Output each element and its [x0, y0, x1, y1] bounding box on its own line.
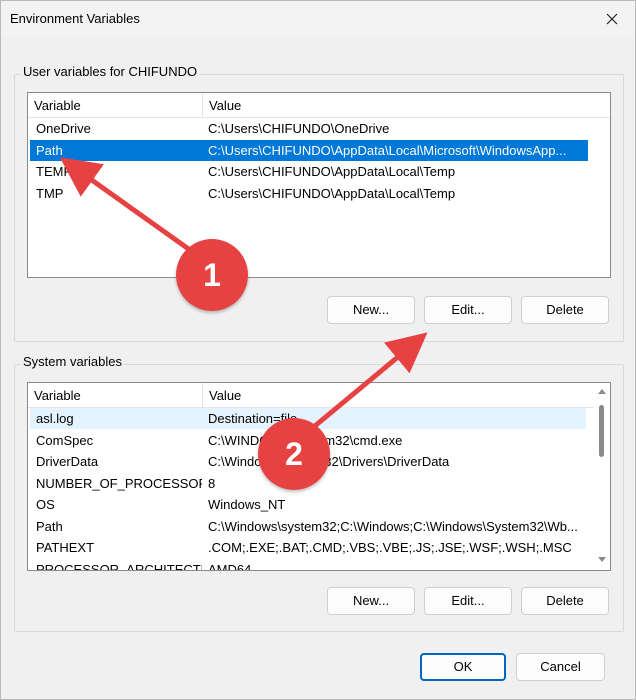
variable-value-cell: .COM;.EXE;.BAT;.CMD;.VBS;.VBE;.JS;.JSE;.…	[208, 540, 572, 555]
window-title: Environment Variables	[10, 11, 140, 26]
variable-name-cell: NUMBER_OF_PROCESSORS	[36, 475, 202, 491]
variable-name-cell: ComSpec	[36, 432, 94, 448]
system-variables-legend: System variables	[21, 354, 124, 369]
column-header-value[interactable]: Value	[202, 383, 594, 407]
table-row[interactable]: Path C:\Users\CHIFUNDO\AppData\Local\Micr…	[30, 139, 588, 161]
variable-name-cell: PROCESSOR_ARCHITECTU...	[36, 561, 202, 571]
user-new-button[interactable]: New...	[327, 296, 415, 324]
annotation-badge-2: 2	[258, 418, 330, 490]
variable-name-cell: OS	[36, 497, 55, 512]
variable-value-cell: C:\Windows\system32;C:\Windows;C:\Window…	[208, 518, 578, 534]
user-variables-list[interactable]: Variable Value OneDrive C:\Users\CHIFUNDO…	[27, 92, 611, 278]
column-header-variable[interactable]: Variable	[28, 93, 202, 117]
variable-value-cell: C:\Users\CHIFUNDO\AppData\Local\Temp	[208, 164, 456, 179]
table-row[interactable]: OS Windows_NT	[30, 494, 586, 515]
scroll-down-arrow-icon[interactable]	[598, 557, 606, 562]
variable-value-cell: 8	[208, 475, 216, 491]
table-row[interactable]: TEMP C:\Users\CHIFUNDO\AppData\Local\Temp	[30, 161, 588, 182]
variable-value-cell: AMD64	[208, 561, 252, 571]
column-header-variable[interactable]: Variable	[28, 383, 202, 407]
user-variables-legend: User variables for CHIFUNDO	[21, 64, 200, 79]
variable-name-cell: asl.log	[36, 411, 74, 426]
variable-name-cell: OneDrive	[36, 121, 91, 136]
scroll-thumb[interactable]	[599, 405, 604, 457]
system-delete-button[interactable]: Delete	[521, 587, 609, 615]
variable-name-cell: Path	[36, 518, 63, 534]
user-delete-button[interactable]: Delete	[521, 296, 609, 324]
system-list-scrollbar[interactable]	[594, 383, 610, 570]
environment-variables-dialog: Environment Variables User variables for…	[0, 0, 636, 700]
variable-name-cell: PATHEXT	[36, 540, 95, 555]
table-row[interactable]: OneDrive C:\Users\CHIFUNDO\OneDrive	[30, 118, 588, 139]
user-edit-button[interactable]: Edit...	[424, 296, 512, 324]
table-row[interactable]: Path C:\Windows\system32;C:\Windows;C:\Wi…	[30, 516, 586, 537]
table-row[interactable]: PROCESSOR_ARCHITECTU... AMD64	[30, 559, 586, 571]
column-header-value[interactable]: Value	[202, 93, 610, 117]
table-row[interactable]: PATHEXT .COM;.EXE;.BAT;.CMD;.VBS;.VBE;.JS…	[30, 537, 586, 558]
close-icon	[606, 13, 618, 25]
table-row[interactable]: TMP C:\Users\CHIFUNDO\AppData\Local\Temp	[30, 183, 588, 204]
variable-name-cell: TMP	[36, 185, 64, 201]
system-new-button[interactable]: New...	[327, 587, 415, 615]
annotation-badge-1: 1	[176, 239, 248, 311]
close-button[interactable]	[589, 1, 635, 37]
ok-button[interactable]: OK	[420, 653, 506, 681]
cancel-button[interactable]: Cancel	[516, 653, 605, 681]
scroll-up-arrow-icon[interactable]	[598, 389, 606, 394]
variable-name-cell: Path	[36, 142, 63, 158]
variable-name-cell: TEMP	[36, 164, 73, 179]
system-list-header: Variable Value	[28, 383, 594, 408]
variable-value-cell: C:\Users\CHIFUNDO\AppData\Local\Microsof…	[208, 142, 567, 158]
variable-value-cell: C:\Users\CHIFUNDO\OneDrive	[208, 121, 390, 136]
variable-value-cell: Destination=file	[208, 411, 298, 426]
system-edit-button[interactable]: Edit...	[424, 587, 512, 615]
user-list-header: Variable Value	[28, 93, 610, 118]
variable-value-cell: C:\Users\CHIFUNDO\AppData\Local\Temp	[208, 185, 456, 201]
title-bar: Environment Variables	[1, 1, 635, 37]
variable-name-cell: DriverData	[36, 454, 99, 469]
variable-value-cell: Windows_NT	[208, 497, 286, 512]
